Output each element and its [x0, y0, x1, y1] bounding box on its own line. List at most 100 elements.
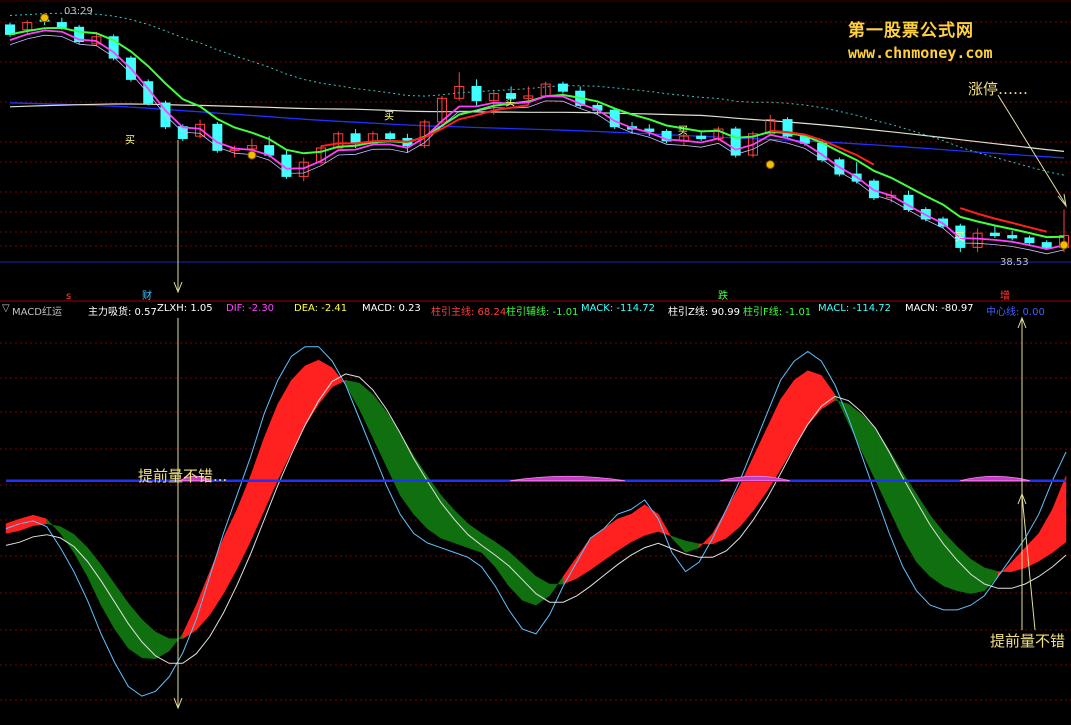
macd-band-seg [87, 546, 102, 606]
zlxh-bump-3 [959, 475, 1031, 482]
macd-band-seg [793, 370, 809, 448]
macd-band-seg [196, 571, 211, 631]
macd-band-seg [413, 455, 428, 530]
macd-band-seg [128, 602, 143, 659]
last-price-label: 38.53 [1000, 257, 1029, 268]
time-label: 03:29 [64, 6, 93, 17]
buy-mark-2: 买 [505, 96, 515, 108]
macd-band-seg [1052, 475, 1067, 554]
annotation-early-right: 提前量不错 [990, 632, 1066, 650]
buy-mark-0: 买 [125, 134, 135, 146]
macd-band-seg [372, 393, 387, 467]
macd-band-seg [603, 518, 618, 561]
candle-body [696, 135, 707, 140]
chart-canvas: 买买买买买03:2938.53s 财跌增 [0, 0, 1071, 710]
buy-mark-1: 买 [384, 111, 394, 123]
readout-8: 柱引Z线: 90.99 [668, 307, 741, 318]
watermark-title: 第一股票公式网 [848, 21, 974, 41]
macd-band-seg [685, 540, 700, 553]
macd-band-seg [807, 370, 822, 426]
annotation-limit-up: 涨停…… [968, 80, 1029, 98]
readout-4: MACD: 0.23 [362, 303, 421, 314]
readout-9: 柱引F线: -1.01 [743, 307, 812, 318]
macd-band-seg [386, 410, 401, 496]
macd-band-seg [753, 427, 768, 512]
zlxh-bump-2 [719, 475, 791, 482]
bottom-label-1: 财 [142, 289, 152, 302]
macd-band-seg [359, 382, 374, 438]
macd-band-seg [739, 456, 754, 528]
macd-band-seg [590, 528, 605, 571]
gold-marker-2 [765, 160, 775, 170]
zlxh-bump-1 [509, 475, 626, 482]
readout-0: 主力吸货: 0.57 [88, 307, 157, 318]
macd-band-seg [671, 535, 686, 554]
readout-6: 柱引辅线: -1.01 [506, 307, 579, 318]
candle-body [212, 123, 223, 151]
macd-band-seg [780, 379, 795, 471]
macd-band-seg [141, 618, 156, 660]
macd-band-seg [209, 538, 224, 616]
macd-band-seg [168, 633, 183, 652]
candle-body [1007, 235, 1018, 239]
macd-band-seg [427, 475, 442, 539]
macd-band-seg [929, 514, 944, 587]
readout-11: MACN: -80.97 [905, 303, 974, 314]
macd-band-seg [726, 484, 741, 539]
gold-marker-0 [40, 13, 50, 23]
bottom-label-3: 增 [1000, 289, 1010, 302]
gold-marker-1 [247, 150, 257, 160]
candle-body [350, 133, 361, 144]
ma-magenta-line [9, 29, 1065, 251]
macd-band-seg [182, 605, 197, 640]
macd-band-seg [617, 513, 632, 552]
macd-band-seg [902, 472, 917, 564]
bottom-label-2: 跌 [718, 289, 728, 302]
macd-band-seg [73, 533, 88, 578]
candle-body [989, 232, 1000, 237]
macd-band-seg [1011, 547, 1026, 572]
macd-band-seg [467, 523, 482, 553]
macd-band-seg [522, 563, 537, 606]
candle-body [56, 22, 67, 28]
macd-band-seg [263, 404, 279, 511]
candle-body [1041, 242, 1052, 248]
indicator-name[interactable]: MACD红运 [12, 303, 62, 318]
macd-band-seg [943, 531, 958, 592]
candle-body [385, 133, 396, 140]
macd-band-seg [861, 414, 876, 481]
candle-body [730, 128, 741, 156]
panel-toggle-icon[interactable]: ▽ [2, 303, 10, 314]
macd-band-seg [957, 546, 972, 594]
annotation-early-left: 提前量不错... [138, 467, 228, 485]
readout-7: MACK: -114.72 [581, 303, 655, 314]
buy-mark-4: 买 [954, 231, 964, 243]
macd-band-seg [1038, 508, 1053, 562]
ma-light-line [9, 34, 1065, 255]
macd-band-seg [114, 583, 129, 649]
candle-body [471, 85, 482, 102]
macd-band-seg [46, 518, 61, 534]
watermark-url: www.chnmoney.com [848, 44, 993, 62]
macd-band-seg [100, 564, 115, 631]
gold-marker-3 [1059, 240, 1069, 250]
macd-band-seg [698, 532, 713, 549]
readout-5: 柱引主线: 68.24 [431, 307, 507, 318]
arrow-limit-up-head [1057, 193, 1067, 208]
buy-mark-3: 买 [678, 125, 688, 137]
readout-2: DIF: -2.30 [226, 303, 275, 314]
candle-body [1024, 237, 1035, 244]
macd-band-seg [345, 379, 360, 410]
bottom-label-0: s [66, 291, 71, 302]
macd-band-seg [304, 359, 319, 428]
macd-band-seg [223, 509, 238, 594]
macd-band-seg [155, 631, 170, 660]
readout-3: DEA: -2.41 [294, 303, 348, 314]
candle-body [557, 83, 568, 92]
macd-band-seg [916, 493, 931, 578]
macd-band-seg [889, 449, 904, 539]
readout-12: 中心线: 0.00 [986, 307, 1045, 318]
readout-1: ZLXH: 1.05 [157, 303, 213, 314]
macd-band-seg [562, 556, 578, 585]
readout-10: MACL: -114.72 [818, 303, 891, 314]
